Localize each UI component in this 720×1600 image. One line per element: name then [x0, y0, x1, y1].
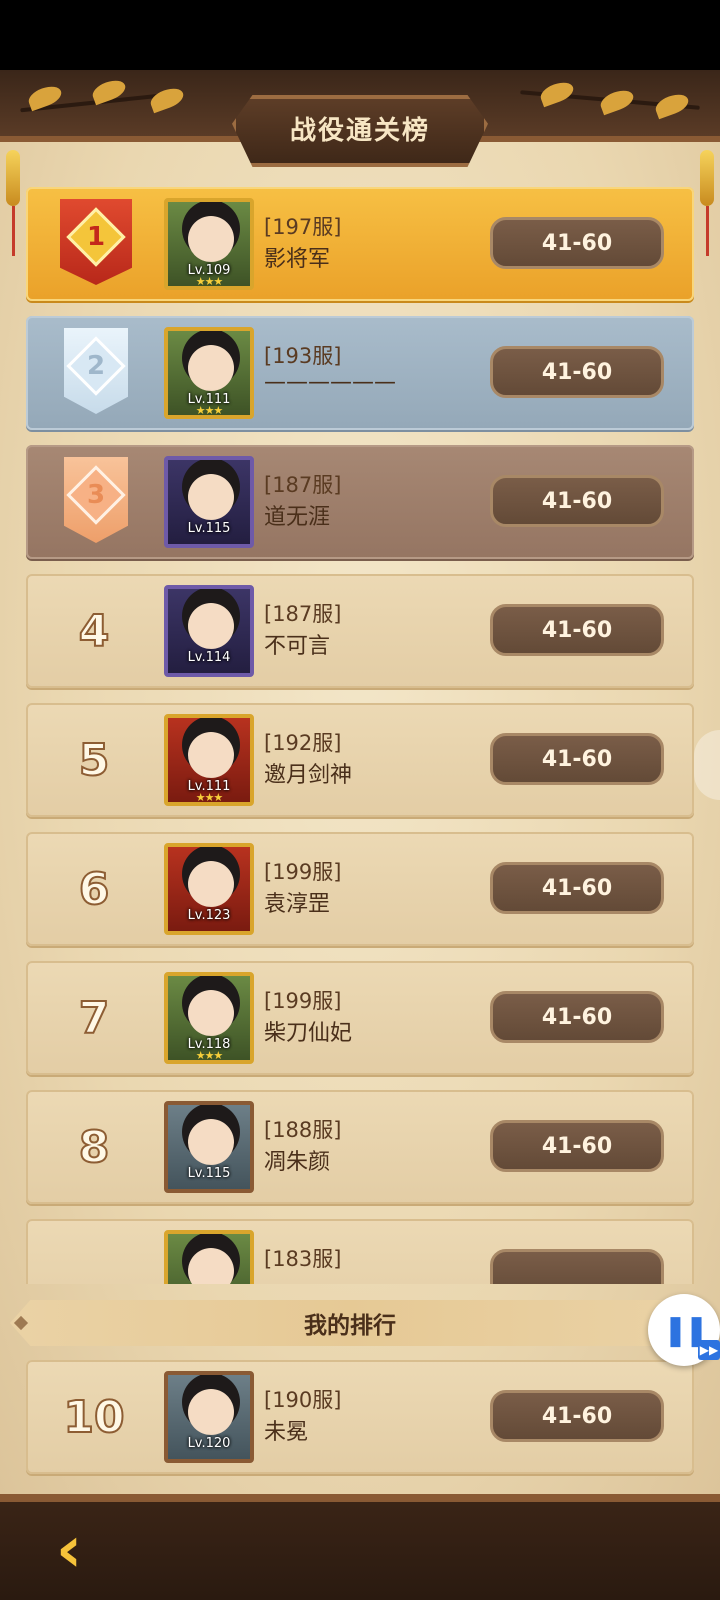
ginkgo-leaf-icon	[652, 90, 692, 120]
my-rank-label: 我的排行	[304, 1313, 396, 1339]
star-icons: ★★★	[195, 791, 224, 804]
back-button[interactable]: ‹	[34, 1513, 104, 1587]
ranking-row[interactable]: 1 Lv.109 ★★★ [197服] 影将军 41-60	[26, 187, 694, 301]
avatar[interactable]: Lv.115	[164, 456, 254, 548]
lantern-icon	[6, 150, 20, 260]
player-server: [193服]	[264, 344, 342, 368]
avatar[interactable]: Lv.115	[164, 1101, 254, 1193]
stage-range-button[interactable]: 41-60	[490, 991, 664, 1043]
stage-range-button[interactable]: 41-60	[490, 604, 664, 656]
avatar[interactable]: Lv.120	[164, 1371, 254, 1463]
player-name: 柴刀仙妃	[264, 1021, 353, 1046]
avatar[interactable]: Lv.118 ★★★	[164, 972, 254, 1064]
player-name: 未冕	[264, 1420, 309, 1445]
player-server: [187服]	[264, 602, 342, 626]
avatar[interactable]: Lv.123	[164, 843, 254, 935]
rank-2-banner-icon: 2	[60, 328, 132, 414]
player-name: 道无涯	[264, 505, 331, 530]
ranking-row[interactable]: 5 Lv.111 ★★★ [192服] 邀月剑神 41-60	[26, 703, 694, 817]
stage-range-button[interactable]: 41-60	[490, 217, 664, 269]
player-name: 袁淳罡	[264, 892, 331, 917]
rank-number: 10	[62, 1391, 125, 1444]
player-level: Lv.123	[187, 908, 231, 923]
fast-forward-icon[interactable]: ▶▶	[698, 1340, 720, 1360]
star-icons: ★★★	[195, 404, 224, 417]
stage-range-button[interactable]: 41-60	[490, 733, 664, 785]
lantern-icon	[700, 150, 714, 260]
avatar[interactable]: Lv.109 ★★★	[164, 198, 254, 290]
stage-range-button[interactable]: 41-60	[490, 475, 664, 527]
rank-number: 6	[78, 863, 111, 916]
my-rank-header: 我的排行	[10, 1300, 690, 1346]
player-name: ——————	[264, 370, 396, 395]
player-server: [199服]	[264, 860, 342, 884]
player-level: Lv.115	[187, 521, 231, 536]
stage-range-button[interactable]: 41-60	[490, 1390, 664, 1442]
player-level: Lv.114	[187, 650, 231, 665]
ginkgo-leaf-icon	[147, 84, 187, 114]
player-server: [183服]	[264, 1247, 342, 1271]
rank-number: 5	[78, 734, 111, 787]
avatar[interactable]: Lv.111 ★★★	[164, 327, 254, 419]
ranking-row[interactable]: 8 Lv.115 [188服] 凋朱颜 41-60	[26, 1090, 694, 1204]
rank-number: 4	[78, 605, 111, 658]
player-server: [190服]	[264, 1388, 342, 1412]
page-title: 战役通关榜	[289, 115, 430, 146]
stage-range-button[interactable]: 41-60	[490, 1120, 664, 1172]
star-icons: ★★★	[195, 1049, 224, 1062]
ranking-list[interactable]: 1 Lv.109 ★★★ [197服] 影将军 41-60 2 Lv.111 ★…	[26, 187, 694, 1284]
rank-number: 8	[78, 1121, 111, 1174]
ranking-row[interactable]: 6 Lv.123 [199服] 袁淳罡 41-60	[26, 832, 694, 946]
footer-bar	[0, 1494, 720, 1600]
rank-1-banner-icon: 1	[60, 199, 132, 285]
ranking-row[interactable]: [183服]	[26, 1219, 694, 1284]
avatar[interactable]	[164, 1230, 254, 1284]
player-name: 不可言	[264, 634, 331, 659]
player-server: [199服]	[264, 989, 342, 1013]
player-server: [197服]	[264, 215, 342, 239]
player-server: [188服]	[264, 1118, 342, 1142]
ginkgo-leaf-icon	[537, 78, 577, 108]
player-name: 影将军	[264, 247, 331, 272]
rank-number: 7	[78, 992, 111, 1045]
ranking-row[interactable]: 2 Lv.111 ★★★ [193服] —————— 41-60	[26, 316, 694, 430]
ginkgo-leaf-icon	[597, 86, 637, 116]
stage-range-button[interactable]: 41-60	[490, 346, 664, 398]
title-plate: 战役通关榜	[232, 95, 488, 167]
player-server: [187服]	[264, 473, 342, 497]
status-bar	[0, 0, 720, 70]
rank-3-banner-icon: 3	[60, 457, 132, 543]
ranking-row[interactable]: 4 Lv.114 [187服] 不可言 41-60	[26, 574, 694, 688]
my-ranking-row[interactable]: 10 Lv.120 [190服] 未冕 41-60	[26, 1360, 694, 1474]
star-icons: ★★★	[195, 275, 224, 288]
stage-range-button[interactable]: 41-60	[490, 862, 664, 914]
ranking-row[interactable]: 3 Lv.115 [187服] 道无涯 41-60	[26, 445, 694, 559]
player-server: [192服]	[264, 731, 342, 755]
player-level: Lv.120	[187, 1436, 231, 1451]
ranking-row[interactable]: 7 Lv.118 ★★★ [199服] 柴刀仙妃 41-60	[26, 961, 694, 1075]
avatar[interactable]: Lv.114	[164, 585, 254, 677]
player-name: 邀月剑神	[264, 763, 353, 788]
player-level: Lv.115	[187, 1166, 231, 1181]
avatar[interactable]: Lv.111 ★★★	[164, 714, 254, 806]
player-name: 凋朱颜	[264, 1150, 331, 1175]
stage-range-button[interactable]	[490, 1249, 664, 1284]
